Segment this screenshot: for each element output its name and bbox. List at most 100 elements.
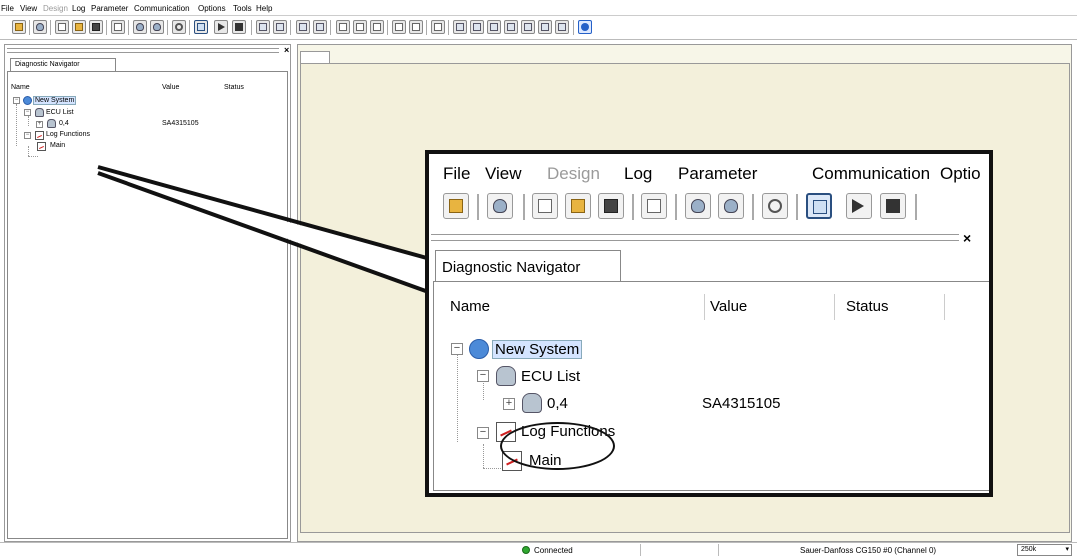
menu-parameter[interactable]: Parameter <box>91 4 128 13</box>
tool-button[interactable] <box>453 20 467 34</box>
expand-toggle: + <box>503 398 515 410</box>
save-button[interactable] <box>89 20 103 34</box>
zoom-column-header-name: Name <box>450 298 491 315</box>
tool-button[interactable] <box>409 20 423 34</box>
menu-log[interactable]: Log <box>72 4 85 13</box>
zoom-edit-button <box>641 193 667 219</box>
tool-button[interactable] <box>538 20 552 34</box>
new-document-icon <box>538 199 552 213</box>
tree-item-ecu[interactable]: 0,4 <box>59 120 69 127</box>
column-divider <box>944 294 945 320</box>
toolbar-separator <box>387 20 388 35</box>
column-header-name[interactable]: Name <box>11 84 30 91</box>
download-button[interactable] <box>133 20 147 34</box>
tree-line <box>28 116 29 126</box>
zoom-tree-item-ecu-list: ECU List <box>521 368 581 385</box>
tool-button[interactable] <box>392 20 406 34</box>
inspect-button[interactable] <box>172 20 186 34</box>
new-document-button[interactable] <box>55 20 69 34</box>
zoom-inspect-button <box>762 193 788 219</box>
toolbar-separator <box>477 194 479 220</box>
tool-button[interactable] <box>336 20 350 34</box>
panel-view-button[interactable] <box>194 20 208 34</box>
tool-button[interactable] <box>256 20 270 34</box>
menu-design[interactable]: Design <box>43 4 68 13</box>
toolbar-separator <box>632 194 634 220</box>
tree-item-main[interactable]: Main <box>50 142 65 149</box>
zoom-play-button <box>846 193 872 219</box>
open-project-button[interactable] <box>12 20 26 34</box>
tool-button[interactable] <box>487 20 501 34</box>
help-icon <box>581 23 589 31</box>
zoom-open-button <box>565 193 591 219</box>
download-icon <box>691 199 705 213</box>
toolbar-separator <box>106 20 107 35</box>
collapse-toggle[interactable]: − <box>24 109 31 116</box>
toolbar-separator <box>167 20 168 35</box>
expand-toggle[interactable]: + <box>36 121 43 128</box>
tool-button[interactable] <box>273 20 287 34</box>
tool-icon <box>558 23 566 31</box>
menu-view[interactable]: View <box>20 4 37 13</box>
pane-grip[interactable] <box>7 48 279 53</box>
baud-rate-select[interactable]: 250k ▾ <box>1017 544 1072 556</box>
status-separator <box>718 544 719 556</box>
column-divider <box>704 294 705 320</box>
tree-item-ecu-list[interactable]: ECU List <box>46 109 74 116</box>
zoom-new-document-button <box>532 193 558 219</box>
tool-button[interactable] <box>470 20 484 34</box>
column-divider <box>834 294 835 320</box>
upload-button[interactable] <box>150 20 164 34</box>
zoom-menu-communication: Communication <box>812 164 931 183</box>
play-button[interactable] <box>214 20 228 34</box>
toolbar-separator <box>128 20 129 35</box>
zoom-column-header-value: Value <box>710 298 748 315</box>
column-header-status[interactable]: Status <box>224 84 244 91</box>
zoom-tree-item-ecu: 0,4 <box>547 395 568 412</box>
ecu-icon <box>47 119 56 128</box>
tool-button[interactable] <box>353 20 367 34</box>
tool-button[interactable] <box>313 20 327 34</box>
menu-file[interactable]: File <box>1 4 14 13</box>
tree-item-new-system[interactable]: New System <box>33 96 77 105</box>
zoom-pane-grip <box>431 234 959 241</box>
column-header-value[interactable]: Value <box>162 84 179 91</box>
connection-status: Connected <box>534 546 573 555</box>
log-main-icon <box>37 142 46 151</box>
tool-button[interactable] <box>296 20 310 34</box>
menu-options[interactable]: Options <box>198 4 226 13</box>
open-folder-icon <box>571 199 585 213</box>
edit-button[interactable] <box>111 20 125 34</box>
tool-button[interactable] <box>555 20 569 34</box>
tool-icon <box>339 23 347 31</box>
inspect-icon <box>768 199 782 213</box>
collapse-toggle: − <box>451 343 463 355</box>
toolbar-separator <box>796 194 798 220</box>
tool-button[interactable] <box>521 20 535 34</box>
tab-diagnostic-navigator[interactable]: Diagnostic Navigator <box>10 58 116 72</box>
baud-rate-value: 250k <box>1021 546 1037 553</box>
tree-item-log-functions[interactable]: Log Functions <box>46 131 90 138</box>
tool-icon <box>541 23 549 31</box>
tree-line <box>28 156 38 157</box>
menu-tools[interactable]: Tools <box>233 4 252 13</box>
tool-button[interactable] <box>504 20 518 34</box>
close-icon[interactable]: × <box>284 46 289 55</box>
collapse-toggle[interactable]: − <box>24 132 31 139</box>
open-button[interactable] <box>72 20 86 34</box>
zoom-menu-options: Optio <box>940 164 981 183</box>
upload-icon <box>153 23 161 31</box>
connect-button[interactable] <box>33 20 47 34</box>
collapse-toggle[interactable]: − <box>13 97 20 104</box>
tree-line <box>16 104 17 146</box>
help-button[interactable] <box>578 20 592 34</box>
tool-button[interactable] <box>370 20 384 34</box>
menu-help[interactable]: Help <box>256 4 272 13</box>
ecu-list-icon <box>35 108 44 117</box>
toolbar-separator <box>426 20 427 35</box>
menu-communication[interactable]: Communication <box>134 4 190 13</box>
globe-icon <box>469 339 489 359</box>
tool-button[interactable] <box>431 20 445 34</box>
stop-button[interactable] <box>232 20 246 34</box>
edit-icon <box>114 23 122 31</box>
